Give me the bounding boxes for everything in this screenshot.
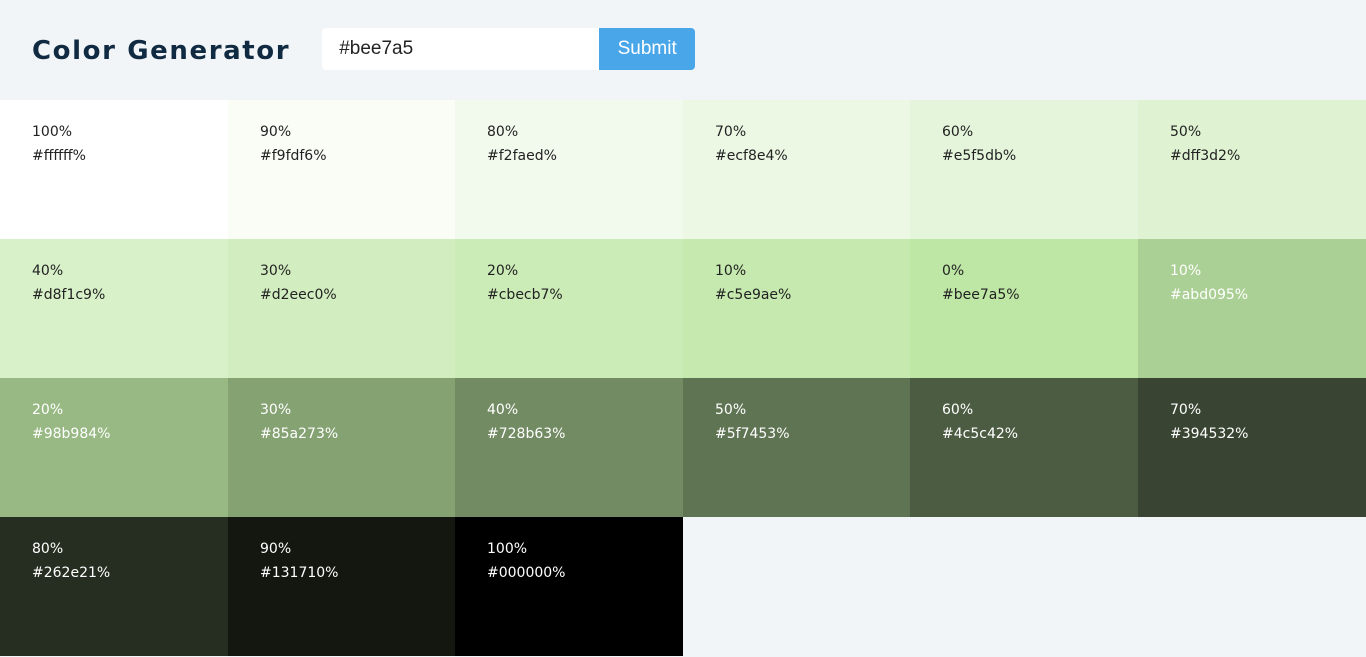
swatch-hex: #cbecb7% [487,287,563,303]
swatch-hex: #bee7a5% [942,287,1020,303]
color-swatch[interactable]: 60% #4c5c42% [910,378,1138,517]
swatch-hex: #728b63% [487,426,566,442]
color-swatch[interactable]: 30% #d2eec0% [228,239,455,378]
swatch-percent: 50% [1170,124,1202,140]
color-swatch[interactable]: 20% #cbecb7% [455,239,683,378]
swatch-hex: #5f7453% [715,426,790,442]
swatch-percent: 70% [715,124,747,140]
swatch-percent: 30% [260,263,292,279]
swatch-percent: 70% [1170,402,1202,418]
swatch-hex: #f9fdf6% [260,148,327,164]
swatch-percent: 80% [32,541,64,557]
page-title: Color Generator [32,36,291,66]
color-swatch[interactable]: 20% #98b984% [0,378,228,517]
swatch-percent: 90% [260,541,292,557]
swatch-percent: 10% [1170,263,1202,279]
color-swatch[interactable]: 60% #e5f5db% [910,100,1138,239]
swatch-hex: #ffffff% [32,148,86,164]
swatch-percent: 40% [487,402,519,418]
swatch-percent: 50% [715,402,747,418]
swatch-percent: 10% [715,263,747,279]
swatch-hex: #85a273% [260,426,339,442]
swatch-hex: #394532% [1170,426,1249,442]
swatch-hex: #f2faed% [487,148,557,164]
swatch-percent: 30% [260,402,292,418]
color-swatch[interactable]: 80% #262e21% [0,517,228,656]
swatch-percent: 20% [487,263,519,279]
header: Color Generator Submit [0,0,1366,100]
color-swatch[interactable]: 100% #ffffff% [0,100,228,239]
swatch-percent: 100% [487,541,528,557]
color-swatch[interactable]: 0% #bee7a5% [910,239,1138,378]
color-swatch[interactable]: 70% #394532% [1138,378,1366,517]
color-swatch[interactable]: 80% #f2faed% [455,100,683,239]
color-swatch[interactable]: 10% #abd095% [1138,239,1366,378]
swatch-hex: #d2eec0% [260,287,337,303]
color-swatch[interactable]: 30% #85a273% [228,378,455,517]
swatch-hex: #abd095% [1170,287,1249,303]
color-swatch[interactable]: 90% #131710% [228,517,455,656]
swatch-hex: #262e21% [32,565,111,581]
swatch-percent: 60% [942,124,974,140]
color-swatch[interactable]: 50% #dff3d2% [1138,100,1366,239]
color-swatch[interactable]: 40% #d8f1c9% [0,239,228,378]
swatch-percent: 20% [32,402,64,418]
color-swatch[interactable]: 90% #f9fdf6% [228,100,455,239]
swatch-hex: #ecf8e4% [715,148,788,164]
swatch-percent: 40% [32,263,64,279]
swatch-percent: 90% [260,124,292,140]
color-swatch[interactable]: 100% #000000% [455,517,683,656]
swatch-hex: #d8f1c9% [32,287,106,303]
swatch-percent: 60% [942,402,974,418]
submit-button[interactable]: Submit [599,28,696,70]
swatch-percent: 100% [32,124,73,140]
color-swatch[interactable]: 70% #ecf8e4% [683,100,910,239]
swatch-grid: 100% #ffffff% 90% #f9fdf6% 80% #f2faed% 70% #ec… [0,100,1366,656]
swatch-hex: #e5f5db% [942,148,1017,164]
swatch-hex: #4c5c42% [942,426,1019,442]
swatch-hex: #c5e9ae% [715,287,792,303]
color-swatch[interactable]: 50% #5f7453% [683,378,910,517]
swatch-hex: #000000% [487,565,566,581]
color-swatch[interactable]: 10% #c5e9ae% [683,239,910,378]
color-form: Submit [322,28,696,70]
swatch-hex: #98b984% [32,426,111,442]
color-swatch[interactable]: 40% #728b63% [455,378,683,517]
swatch-percent: 0% [942,263,965,279]
swatch-hex: #dff3d2% [1170,148,1241,164]
color-input[interactable] [322,28,600,70]
swatch-percent: 80% [487,124,519,140]
swatch-hex: #131710% [260,565,339,581]
